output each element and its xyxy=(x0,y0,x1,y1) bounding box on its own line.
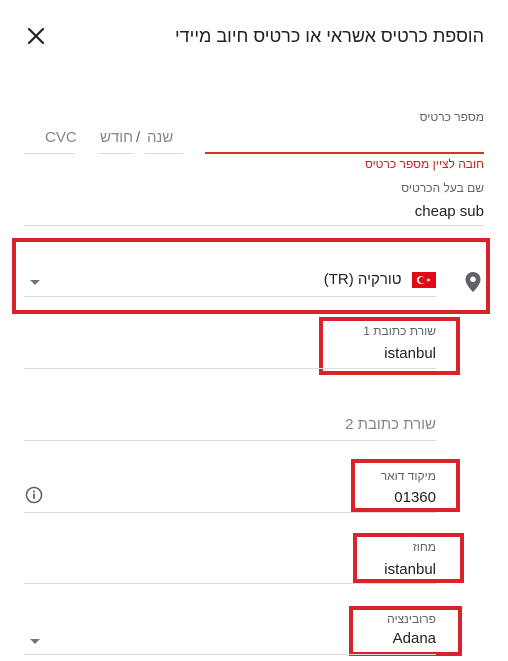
close-button[interactable] xyxy=(24,24,48,48)
year-input[interactable]: שנה xyxy=(147,129,173,146)
district-underline xyxy=(24,583,436,584)
postal-underline xyxy=(24,512,436,513)
province-value: Adana xyxy=(392,630,436,647)
country-select[interactable]: טורקיה (TR) xyxy=(24,262,436,296)
postal-input[interactable]: 01360 xyxy=(394,489,436,506)
close-icon xyxy=(27,27,45,45)
cardholder-underline xyxy=(24,225,484,226)
address1-label: שורת כתובת 1 xyxy=(363,324,436,338)
cardholder-label: שם בעל הכרטיס xyxy=(401,181,484,195)
dialog-title: הוספת כרטיס אשראי או כרטיס חיוב מיידי xyxy=(175,26,484,46)
month-input[interactable]: חודש xyxy=(100,129,133,146)
info-icon[interactable] xyxy=(25,486,43,504)
year-underline xyxy=(145,153,183,154)
district-input[interactable]: istanbul xyxy=(384,561,436,578)
chevron-down-icon xyxy=(30,639,40,644)
card-number-underline xyxy=(205,152,484,154)
address2-input[interactable]: שורת כתובת 2 xyxy=(345,416,436,433)
address1-underline xyxy=(24,368,436,369)
cvc-input[interactable]: CVC xyxy=(45,129,77,146)
month-underline xyxy=(98,153,134,154)
card-number-error: חובה לציין מספר כרטיס xyxy=(364,157,484,171)
district-label: מחוז xyxy=(412,540,436,554)
address1-input[interactable]: istanbul xyxy=(384,345,436,362)
province-label: פרובינציה xyxy=(387,612,436,626)
card-number-input[interactable] xyxy=(205,124,484,152)
province-select[interactable]: Adana xyxy=(24,626,436,654)
expiry-separator: / xyxy=(136,129,141,146)
location-pin-icon xyxy=(464,271,482,293)
country-underline xyxy=(24,296,436,297)
turkey-flag-icon xyxy=(412,271,436,288)
cvc-underline xyxy=(24,153,75,154)
cardholder-input[interactable]: cheap sub xyxy=(415,203,484,220)
country-value: טורקיה (TR) xyxy=(323,271,402,288)
province-underline xyxy=(24,654,436,655)
card-number-label: מספר כרטיס xyxy=(419,110,484,124)
address2-underline xyxy=(24,440,436,441)
chevron-down-icon xyxy=(30,280,40,285)
postal-label: מיקוד דואר xyxy=(380,469,436,483)
